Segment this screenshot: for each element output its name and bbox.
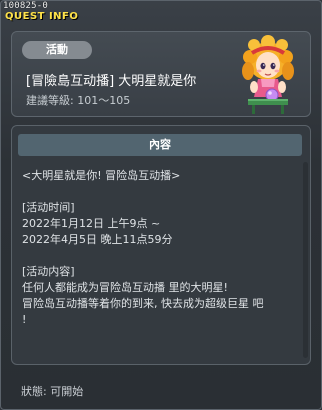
quest-info-window: 100825-0 QUEST INFO 活動 [冒險島互动播] 大明星就是你 建… <box>0 0 322 410</box>
content-line-spacer <box>22 184 304 200</box>
content-scrollbar[interactable] <box>303 162 308 358</box>
content-line: 2022年1月12日 上午9点 ~ <box>22 217 161 230</box>
content-line: 任何人都能成为冒险岛互动播 里的大明星! <box>22 281 228 294</box>
category-badge: 活動 <box>22 41 92 59</box>
content-line-spacer <box>22 248 304 264</box>
npc-portrait <box>242 35 294 114</box>
content-line: <大明星就是你! 冒险岛互动播> <box>22 169 181 182</box>
recommended-level: 建議等級: 101～105 <box>26 94 131 107</box>
window-id: 100825-0 <box>3 1 48 11</box>
quest-title: [冒險島互动播] 大明星就是你 <box>26 74 197 89</box>
content-line: [活动内容] <box>22 265 75 278</box>
quest-header-panel: 活動 [冒險島互动播] 大明星就是你 建議等級: 101～105 <box>11 31 311 117</box>
content-line: 2022年4月5日 晚上11点59分 <box>22 233 173 246</box>
window-title: QUEST INFO <box>5 11 79 22</box>
quest-status: 狀態: 可開始 <box>21 385 84 398</box>
content-line: ! <box>22 313 27 326</box>
title-bar[interactable]: 100825-0 QUEST INFO <box>1 1 322 25</box>
content-text: <大明星就是你! 冒险岛互动播> [活动时间] 2022年1月12日 上午9点 … <box>22 168 304 328</box>
content-line: [活动时间] <box>22 201 75 214</box>
content-header: 內容 <box>18 134 302 156</box>
content-line: 冒险岛互动播等着你的到来, 快去成为超级巨星 吧 <box>22 297 264 310</box>
content-panel: 內容 <大明星就是你! 冒险岛互动播> [活动时间] 2022年1月12日 上午… <box>11 125 311 365</box>
